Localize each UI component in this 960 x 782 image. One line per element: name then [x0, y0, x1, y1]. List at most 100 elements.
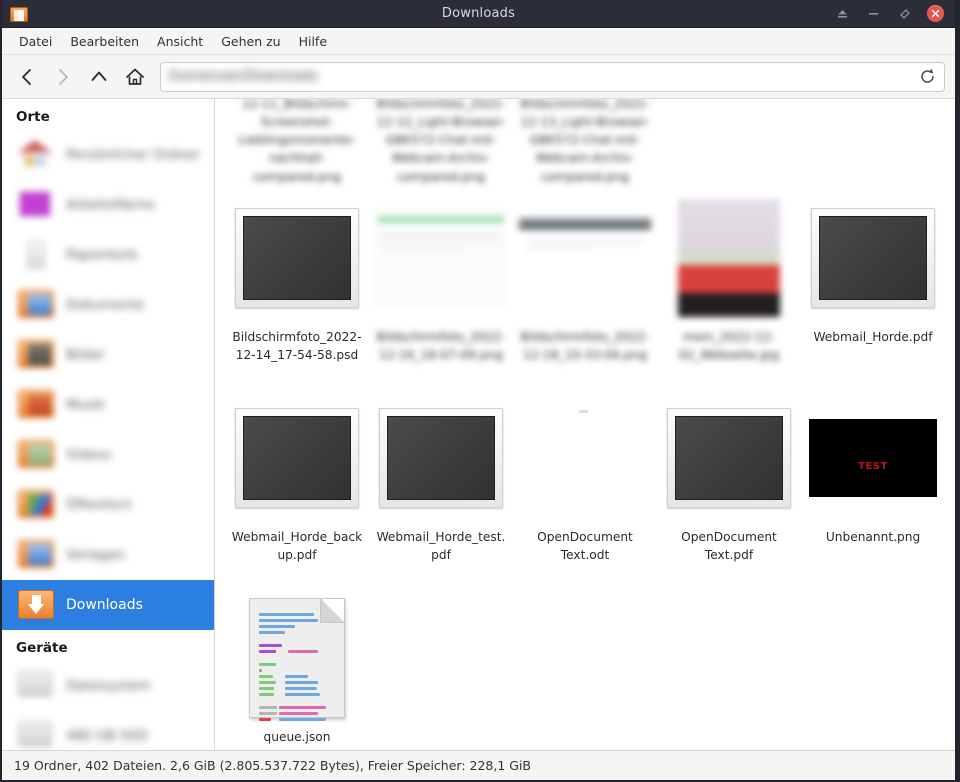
file-name: Bildschirmfoto_2022-12-11_Bildschirm-Scr… [229, 99, 365, 186]
file-thumbnail [369, 194, 513, 322]
menu-hilfe[interactable]: Hilfe [290, 31, 336, 52]
file-name: Unbenannt.png [805, 528, 941, 546]
reload-button[interactable] [916, 66, 938, 88]
file-name: queue.json [229, 728, 365, 746]
sidebar-item-arbeitsflaeche[interactable]: Arbeitsfläche [2, 180, 214, 230]
home-icon [124, 66, 146, 88]
sidebar-section-orte: Orte [2, 99, 214, 130]
back-icon [17, 67, 37, 87]
menu-gehen-zu[interactable]: Gehen zu [212, 31, 289, 52]
menu-bar: Datei Bearbeiten Ansicht Gehen zu Hilfe [2, 28, 955, 55]
sidebar-item-musik[interactable]: Musik [2, 380, 214, 430]
folder-icon [18, 540, 54, 570]
file-name: OpenDocument Text.pdf [661, 528, 797, 565]
file-item-webmail-horde-test-pdf[interactable]: Webmail_Horde_test.pdf [369, 386, 513, 586]
menu-datei[interactable]: Datei [10, 31, 61, 52]
file-name: Webmail_Horde.pdf [805, 328, 941, 346]
file-name: Bildschirmfoto_2022-12-14_17-54-58.psd [229, 328, 365, 365]
file-item[interactable] [657, 99, 801, 186]
file-item[interactable]: Bildschirmfoto_2022-12-13_Light-Browser-… [513, 99, 657, 186]
path-text: /home/user/Downloads [168, 69, 318, 84]
sidebar-item-label: Bilder [66, 347, 105, 363]
sidebar-section-geraete: Geräte [2, 630, 214, 661]
window-folder-icon [10, 5, 28, 23]
window-title: Downloads [2, 6, 955, 21]
address-bar[interactable]: /home/user/Downloads [160, 62, 945, 92]
up-button[interactable] [82, 60, 116, 94]
close-button[interactable] [927, 5, 944, 22]
sidebar-item-label: Papierkorb [66, 247, 138, 263]
file-item-queue-json[interactable]: queue.json [225, 586, 369, 750]
folder-icon [18, 490, 54, 520]
menu-bearbeiten[interactable]: Bearbeiten [61, 31, 148, 52]
sidebar-item-dokumente[interactable]: Dokumente [2, 280, 214, 330]
reload-icon [919, 68, 936, 85]
sidebar-item-label: Videos [66, 447, 111, 463]
file-item[interactable]: mein_2022-12-02_Webseite.jpg [657, 186, 801, 386]
file-item-opendocument-text-pdf[interactable]: OpenDocument Text.pdf [657, 386, 801, 586]
file-thumbnail [369, 394, 513, 522]
file-item[interactable]: Bildschirmfoto_2022-12-11_Bildschirm-Scr… [225, 99, 369, 186]
sidebar-item-persoenlicher-ordner[interactable]: Persönlicher Ordner [2, 130, 214, 180]
file-thumbnail: TEST [801, 394, 945, 522]
sidebar-item-papierkorb[interactable]: Papierkorb [2, 230, 214, 280]
file-item-bildschirmfoto-psd[interactable]: Bildschirmfoto_2022-12-14_17-54-58.psd [225, 186, 369, 386]
downloads-folder-icon [18, 590, 54, 620]
sidebar-item-label: Downloads [66, 597, 143, 613]
vertical-scrollbar[interactable] [941, 99, 955, 750]
thumbnail-test-label: TEST [858, 461, 888, 472]
file-thumbnail [801, 194, 945, 322]
file-item[interactable]: Bildschirmfoto_2022-12-16_18-07-09.png [369, 186, 513, 386]
sidebar-item-dateisystem[interactable]: Dateisystem [2, 661, 214, 711]
file-item[interactable] [801, 99, 945, 186]
file-item-unbenannt-png[interactable]: TEST Unbenannt.png [801, 386, 945, 586]
file-thumbnail [801, 99, 945, 122]
file-thumbnail [657, 99, 801, 122]
file-thumbnail [225, 594, 369, 722]
file-thumbnail [657, 394, 801, 522]
window-controls [834, 5, 955, 22]
sidebar-item-bilder[interactable]: Bilder [2, 330, 214, 380]
status-text: 19 Ordner, 402 Dateien. 2,6 GiB (2.805.5… [14, 758, 531, 773]
up-icon [89, 67, 109, 87]
folder-icon [18, 440, 54, 470]
file-grid: Bildschirmfoto_2022-12-11_Bildschirm-Scr… [215, 99, 955, 750]
file-name: Webmail_Horde_backup.pdf [229, 528, 365, 565]
file-item-opendocument-text-odt[interactable]: OpenDocument Text.odt [513, 386, 657, 586]
sidebar-item-label: Persönlicher Ordner [66, 147, 200, 163]
file-thumbnail [513, 394, 657, 522]
sidebar-item-oeffentlich[interactable]: Öffentlich [2, 480, 214, 530]
forward-icon [53, 67, 73, 87]
file-manager-window: Downloads Datei Bearbeiten Ansicht Gehen… [0, 0, 960, 782]
sidebar-item-label: Dateisystem [66, 678, 151, 694]
file-item-webmail-horde-pdf[interactable]: Webmail_Horde.pdf [801, 186, 945, 386]
back-button[interactable] [10, 60, 44, 94]
file-grid-area[interactable]: Bildschirmfoto_2022-12-11_Bildschirm-Scr… [215, 99, 955, 750]
maximize-button[interactable] [896, 5, 913, 22]
file-thumbnail [225, 194, 369, 322]
file-thumbnail [657, 194, 801, 322]
file-item-webmail-horde-backup-pdf[interactable]: Webmail_Horde_backup.pdf [225, 386, 369, 586]
sidebar-item-vorlagen[interactable]: Vorlagen [2, 530, 214, 580]
title-bar: Downloads [2, 0, 955, 28]
sidebar-item-downloads[interactable]: Downloads [2, 580, 214, 630]
file-name: Bildschirmfoto_2022-12-18_10-33-04.png [517, 328, 653, 365]
sidebar-item-label: Dokumente [66, 297, 144, 313]
sidebar-item-videos[interactable]: Videos [2, 430, 214, 480]
toolbar: /home/user/Downloads [2, 55, 955, 99]
monitor-icon [18, 190, 54, 220]
folder-icon [18, 290, 54, 320]
shade-button[interactable] [834, 5, 851, 22]
file-item[interactable]: Bildschirmfoto_2022-12-18_10-33-04.png [513, 186, 657, 386]
file-name: Bildschirmfoto_2022-12-16_18-07-09.png [373, 328, 509, 365]
sidebar-item-label: Musik [66, 397, 105, 413]
minimize-button[interactable] [865, 5, 882, 22]
file-item[interactable]: Bildschirmfoto_2022-12-12_Light-Browser-… [369, 99, 513, 186]
home-button[interactable] [118, 60, 152, 94]
menu-ansicht[interactable]: Ansicht [148, 31, 212, 52]
status-bar: 19 Ordner, 402 Dateien. 2,6 GiB (2.805.5… [2, 750, 955, 780]
home-icon [18, 140, 54, 170]
forward-button[interactable] [46, 60, 80, 94]
folder-icon [18, 390, 54, 420]
sidebar-item-480gb-ssd[interactable]: 480 GB SSD [2, 711, 214, 750]
